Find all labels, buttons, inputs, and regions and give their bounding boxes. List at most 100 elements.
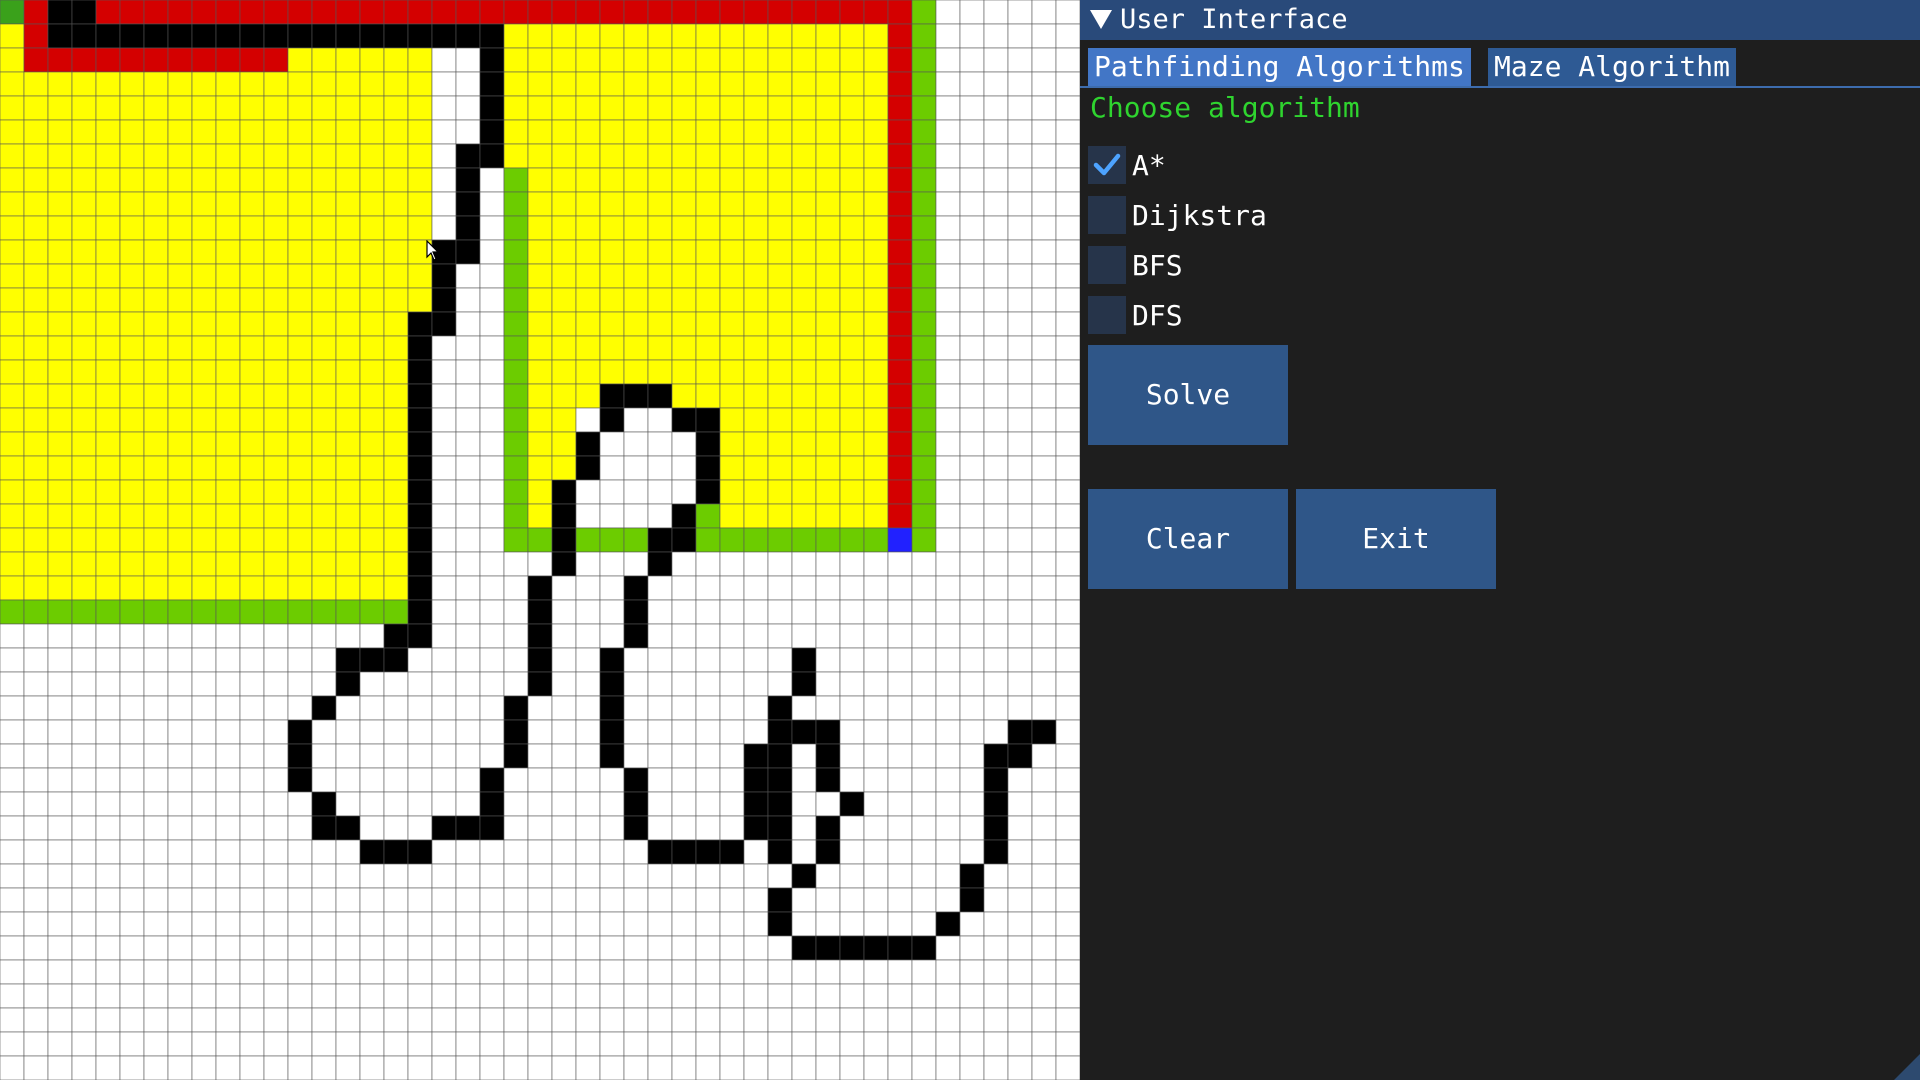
grid-cell-wall[interactable]	[767, 815, 793, 841]
grid-cell-frontier[interactable]	[239, 599, 265, 625]
grid-cell-empty[interactable]	[1007, 527, 1033, 553]
grid-cell-empty[interactable]	[431, 863, 457, 889]
grid-cell-empty[interactable]	[167, 743, 193, 769]
grid-cell-empty[interactable]	[335, 839, 361, 865]
grid-cell-wall[interactable]	[695, 839, 721, 865]
grid-cell-empty[interactable]	[767, 647, 793, 673]
grid-cell-empty[interactable]	[407, 719, 433, 745]
grid-cell-visited[interactable]	[383, 95, 409, 121]
grid-cell-target[interactable]	[887, 527, 913, 553]
grid-cell-empty[interactable]	[215, 1031, 241, 1057]
grid-cell-visited[interactable]	[71, 215, 97, 241]
grid-cell-empty[interactable]	[143, 983, 169, 1009]
grid-cell-visited[interactable]	[239, 335, 265, 361]
grid-cell-empty[interactable]	[527, 719, 553, 745]
grid-cell-visited[interactable]	[335, 215, 361, 241]
grid-cell-wall[interactable]	[815, 839, 841, 865]
grid-cell-empty[interactable]	[431, 167, 457, 193]
grid-cell-empty[interactable]	[887, 863, 913, 889]
grid-cell-empty[interactable]	[791, 815, 817, 841]
grid-cell-empty[interactable]	[71, 983, 97, 1009]
grid-cell-empty[interactable]	[503, 599, 529, 625]
grid-cell-empty[interactable]	[1031, 143, 1057, 169]
grid-cell-empty[interactable]	[527, 551, 553, 577]
grid-cell-empty[interactable]	[959, 119, 985, 145]
grid-view[interactable]	[0, 0, 1080, 1080]
grid-cell-empty[interactable]	[743, 983, 769, 1009]
grid-cell-empty[interactable]	[23, 887, 49, 913]
grid-cell-visited[interactable]	[311, 71, 337, 97]
grid-cell-empty[interactable]	[23, 671, 49, 697]
grid-cell-visited[interactable]	[287, 503, 313, 529]
grid-cell-visited[interactable]	[47, 383, 73, 409]
grid-cell-visited[interactable]	[0, 23, 25, 49]
grid-cell-visited[interactable]	[215, 95, 241, 121]
grid-cell-visited[interactable]	[791, 431, 817, 457]
grid-cell-visited[interactable]	[503, 71, 529, 97]
grid-cell-empty[interactable]	[215, 983, 241, 1009]
grid-cell-empty[interactable]	[239, 911, 265, 937]
grid-cell-visited[interactable]	[311, 455, 337, 481]
grid-cell-visited[interactable]	[767, 95, 793, 121]
grid-cell-visited[interactable]	[407, 191, 433, 217]
grid-cell-visited[interactable]	[839, 119, 865, 145]
grid-cell-path[interactable]	[887, 479, 913, 505]
grid-cell-visited[interactable]	[47, 479, 73, 505]
grid-cell-empty[interactable]	[167, 1031, 193, 1057]
grid-cell-visited[interactable]	[239, 527, 265, 553]
grid-cell-empty[interactable]	[0, 815, 25, 841]
grid-cell-frontier[interactable]	[911, 143, 937, 169]
grid-cell-visited[interactable]	[167, 359, 193, 385]
grid-cell-empty[interactable]	[455, 863, 481, 889]
grid-cell-frontier[interactable]	[599, 527, 625, 553]
grid-cell-empty[interactable]	[623, 455, 649, 481]
grid-cell-visited[interactable]	[335, 287, 361, 313]
grid-cell-empty[interactable]	[1007, 1031, 1033, 1057]
grid-cell-empty[interactable]	[263, 815, 289, 841]
grid-cell-visited[interactable]	[719, 455, 745, 481]
grid-cell-empty[interactable]	[695, 575, 721, 601]
grid-cell-empty[interactable]	[1055, 71, 1080, 97]
grid-cell-empty[interactable]	[671, 623, 697, 649]
grid-cell-visited[interactable]	[47, 143, 73, 169]
grid-cell-visited[interactable]	[695, 359, 721, 385]
grid-cell-visited[interactable]	[407, 215, 433, 241]
grid-cell-visited[interactable]	[815, 239, 841, 265]
grid-cell-visited[interactable]	[143, 431, 169, 457]
grid-cell-frontier[interactable]	[503, 455, 529, 481]
grid-cell-empty[interactable]	[119, 695, 145, 721]
grid-cell-wall[interactable]	[95, 23, 121, 49]
grid-cell-wall[interactable]	[407, 455, 433, 481]
checkbox-dfs[interactable]	[1088, 296, 1126, 334]
grid-cell-visited[interactable]	[791, 167, 817, 193]
grid-cell-empty[interactable]	[431, 455, 457, 481]
grid-cell-visited[interactable]	[359, 551, 385, 577]
grid-cell-visited[interactable]	[719, 95, 745, 121]
grid-cell-empty[interactable]	[0, 839, 25, 865]
grid-cell-wall[interactable]	[383, 647, 409, 673]
grid-cell-empty[interactable]	[287, 959, 313, 985]
grid-cell-visited[interactable]	[647, 143, 673, 169]
grid-cell-empty[interactable]	[143, 791, 169, 817]
grid-cell-empty[interactable]	[1007, 551, 1033, 577]
grid-cell-empty[interactable]	[1031, 743, 1057, 769]
grid-cell-empty[interactable]	[1031, 551, 1057, 577]
grid-cell-visited[interactable]	[95, 167, 121, 193]
grid-cell-empty[interactable]	[287, 671, 313, 697]
grid-cell-visited[interactable]	[671, 311, 697, 337]
grid-cell-empty[interactable]	[503, 575, 529, 601]
grid-cell-empty[interactable]	[455, 935, 481, 961]
checkbox-astar[interactable]	[1088, 146, 1126, 184]
grid-cell-wall[interactable]	[383, 839, 409, 865]
grid-cell-visited[interactable]	[0, 119, 25, 145]
grid-cell-empty[interactable]	[911, 575, 937, 601]
grid-cell-empty[interactable]	[719, 959, 745, 985]
grid-cell-empty[interactable]	[959, 959, 985, 985]
grid-cell-empty[interactable]	[503, 863, 529, 889]
grid-cell-visited[interactable]	[695, 215, 721, 241]
grid-cell-empty[interactable]	[95, 791, 121, 817]
grid-cell-visited[interactable]	[815, 503, 841, 529]
grid-cell-path[interactable]	[23, 47, 49, 73]
grid-cell-visited[interactable]	[671, 215, 697, 241]
grid-cell-visited[interactable]	[815, 479, 841, 505]
